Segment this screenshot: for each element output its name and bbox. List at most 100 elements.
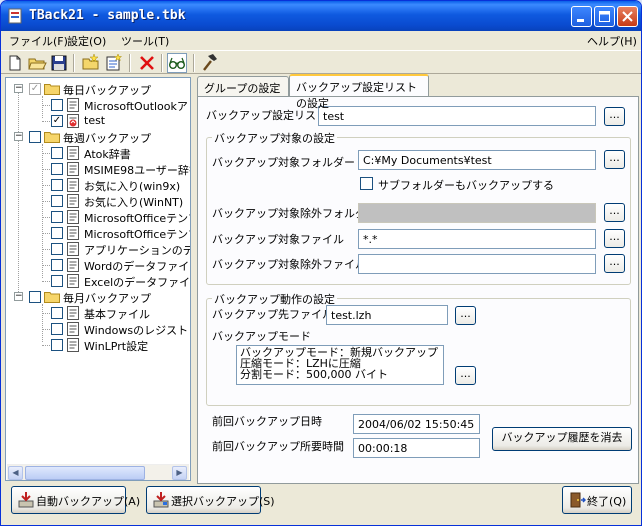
item-checkbox[interactable] [51,259,63,271]
tree-item-label: test [84,114,106,127]
item-checkbox[interactable] [51,147,63,159]
tree-line [42,281,50,282]
tree-item[interactable]: お気に入り(WinNT) [6,193,190,209]
open-folder-icon[interactable] [27,53,47,73]
view-toggle-button[interactable] [167,53,187,73]
list-icon [67,242,79,256]
dest-file-input[interactable]: test.lzh [326,305,448,325]
tree-group-daily[interactable]: − ✓ 毎日バックアップ [6,81,190,97]
tree-item[interactable]: 基本ファイル [6,305,190,321]
selected-backup-label: 選択バックアップ(S) [171,495,275,508]
collapse-icon[interactable]: − [14,132,23,141]
tab-list-settings[interactable]: バックアップ設定リストの設定 [289,74,429,110]
tree-group-label: 毎月バックアップ [63,292,151,305]
item-checkbox[interactable] [51,339,63,351]
item-checkbox[interactable] [51,179,63,191]
item-checkbox[interactable] [51,163,63,175]
tree-item[interactable]: アプリケーションのデータファ [6,241,190,257]
clear-history-button[interactable]: バックアップ履歴を消去 [492,427,632,451]
menu-settings[interactable]: 設定(O) [67,33,106,49]
selected-backup-button[interactable]: 選択バックアップ(S) [146,486,275,514]
item-checkbox[interactable] [51,323,63,335]
new-group-icon[interactable] [81,53,101,73]
tree-item-label: MicrosoftOfficeテンプレ [84,228,190,241]
bottom-bar: 自動バックアップ(A) 選択バックアップ(S) 終了(Q) [1,484,641,525]
target-file-input[interactable]: *.* [358,229,596,249]
exclude-file-browse-button[interactable]: ... [604,254,625,273]
group-checkbox-daily[interactable]: ✓ [29,83,41,95]
tree-item[interactable]: Windowsのレジストリー・ [6,321,190,337]
item-checkbox[interactable]: ✓ [51,115,63,127]
backup-tree[interactable]: − ✓ 毎日バックアップ MicrosoftOutlookアドレ ✓ test … [5,77,191,481]
exclude-folder-browse-button[interactable]: ... [604,203,625,222]
settings-tabs: グループの設定 バックアップ設定リストの設定 バックアップ設定リスト名 test… [197,74,639,484]
list-name-browse-button[interactable]: ... [604,107,625,126]
tree-group-weekly[interactable]: − 毎週バックアップ [6,129,190,145]
item-checkbox[interactable] [51,211,63,223]
tree-item[interactable]: お気に入り(win9x) [6,177,190,193]
new-file-icon[interactable] [5,53,25,73]
tree-group-monthly[interactable]: − 毎月バックアップ [6,289,190,305]
list-name-input[interactable]: test [318,106,596,126]
tree-item-label: MSIME98ユーザー辞書 [84,164,191,177]
list-icon [67,274,79,288]
item-checkbox[interactable] [51,243,63,255]
tree-line [42,249,50,250]
tree-item[interactable]: WinLPrt設定 [6,337,190,353]
tree-hscrollbar[interactable]: ◀ ▶ [7,464,189,480]
auto-backup-button[interactable]: 自動バックアップ(A) [11,486,140,514]
collapse-icon[interactable]: − [14,292,23,301]
new-list-icon[interactable] [103,53,123,73]
tree-item-selected[interactable]: ✓ test [6,113,190,129]
maximize-button[interactable] [594,6,615,27]
tree-item[interactable]: MicrosoftOfficeテンプレ [6,225,190,241]
subfolder-checkbox[interactable] [360,177,373,190]
menu-help[interactable]: ヘルプ(H) [587,33,637,49]
tree-item-label: Wordのデータファイル [84,260,191,273]
delete-icon[interactable] [137,53,157,73]
tree-item[interactable]: Wordのデータファイル [6,257,190,273]
scroll-left-icon[interactable]: ◀ [8,466,23,480]
minimize-button[interactable] [571,6,592,27]
close-button[interactable] [617,6,638,27]
item-checkbox[interactable] [51,195,63,207]
target-folder-browse-button[interactable]: ... [604,150,625,169]
exit-label: 終了(Q) [587,495,627,508]
collapse-icon[interactable]: − [14,84,23,93]
menu-tools[interactable]: ツール(T) [121,33,169,49]
exit-button[interactable]: 終了(Q) [562,486,632,514]
save-icon[interactable] [49,53,69,73]
title-bar[interactable]: TBack21 - sample.tbk [1,1,641,31]
scroll-thumb[interactable] [25,466,145,480]
hammer-icon[interactable] [199,53,219,73]
list-icon [67,146,79,160]
item-checkbox[interactable] [51,307,63,319]
item-checkbox[interactable] [51,227,63,239]
tree-item[interactable]: Atok辞書 [6,145,190,161]
tree-line [42,329,50,330]
dest-file-browse-button[interactable]: ... [455,306,476,325]
target-group-title: バックアップ対象の設定 [212,130,337,146]
tree-item[interactable]: Excelのデータファイル [6,273,190,289]
last-time-value: 2004/06/02 15:50:45 [353,414,480,434]
tree-item-label: WinLPrt設定 [84,340,149,353]
item-checkbox[interactable] [51,275,63,287]
item-checkbox[interactable] [51,99,63,111]
glasses-icon [169,57,185,69]
folder-icon [44,84,60,95]
exclude-folder-input [358,203,596,223]
group-checkbox-weekly[interactable] [29,131,41,143]
scroll-right-icon[interactable]: ▶ [172,466,187,480]
tab-group-settings[interactable]: グループの設定 [197,76,289,96]
target-file-browse-button[interactable]: ... [604,229,625,248]
group-checkbox-monthly[interactable] [29,291,41,303]
toolbar-separator [161,54,163,72]
target-folder-input[interactable]: C:¥My Documents¥test [358,150,596,170]
menu-file[interactable]: ファイル(F) [9,33,68,49]
mode-browse-button[interactable]: ... [455,366,476,385]
tree-item[interactable]: MicrosoftOfficeテンプレ [6,209,190,225]
tree-item[interactable]: MSIME98ユーザー辞書 [6,161,190,177]
tree-item[interactable]: MicrosoftOutlookアドレ [6,97,190,113]
exclude-file-input[interactable] [358,254,596,274]
tree-group-label: 毎週バックアップ [63,132,151,145]
